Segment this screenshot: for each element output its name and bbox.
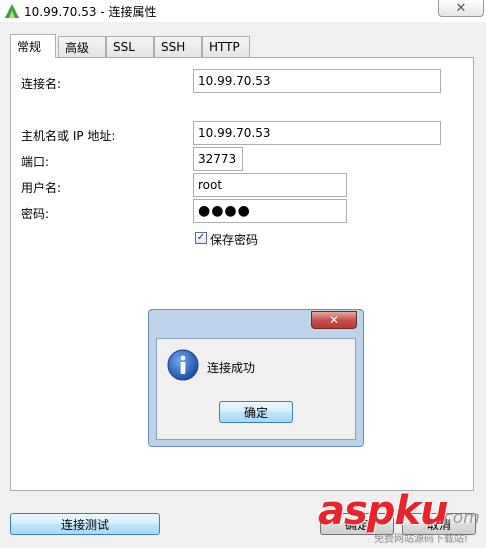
- connection-name-input[interactable]: 10.99.70.53: [193, 69, 441, 93]
- watermark-subtitle: 免费网站源码下载站!: [374, 534, 469, 545]
- tab-http[interactable]: HTTP: [202, 36, 250, 57]
- dialog-content: 连接成功 确定: [156, 338, 356, 440]
- tab-advanced[interactable]: 高级: [58, 36, 106, 57]
- password-input[interactable]: ●●●●: [193, 199, 347, 223]
- close-icon: ✕: [328, 313, 340, 327]
- save-password-label[interactable]: 保存密码: [210, 231, 258, 248]
- title-bar[interactable]: 10.99.70.53 - 连接属性 ✕: [0, 0, 486, 22]
- tab-general[interactable]: 常规: [10, 34, 56, 58]
- username-label: 用户名:: [21, 181, 62, 195]
- watermark-logo: aspku: [318, 488, 449, 534]
- dialog-message: 连接成功: [207, 361, 256, 375]
- port-label: 端口:: [21, 155, 50, 169]
- window-title: 10.99.70.53 - 连接属性: [24, 5, 157, 19]
- host-label: 主机名或 IP 地址:: [21, 129, 116, 143]
- dialog-close-button[interactable]: ✕: [311, 311, 357, 329]
- dialog-ok-button[interactable]: 确定: [219, 401, 293, 423]
- watermark-domain: .com: [438, 508, 480, 528]
- navicat-app-icon: [5, 4, 19, 18]
- save-password-checkbox[interactable]: ✓: [195, 232, 207, 244]
- port-input[interactable]: 32773: [193, 147, 243, 171]
- test-connection-button[interactable]: 连接测试: [10, 513, 160, 535]
- site-watermark: aspku .com 免费网站源码下载站!: [318, 488, 486, 548]
- window-close-button[interactable]: ✕: [438, 0, 484, 17]
- tab-ssl[interactable]: SSL: [106, 36, 154, 57]
- tab-ssh[interactable]: SSH: [154, 36, 202, 57]
- info-icon: [167, 349, 199, 381]
- connection-name-label: 连接名:: [21, 77, 62, 91]
- username-input[interactable]: root: [193, 173, 347, 197]
- connection-properties-window: 10.99.70.53 - 连接属性 ✕ 常规 高级 SSL SSH HTTP …: [0, 0, 486, 548]
- checkmark-icon: ✓: [196, 232, 206, 243]
- success-message-dialog: ✕ 连接成功 确定: [148, 309, 364, 447]
- close-icon: ✕: [455, 0, 467, 16]
- host-input[interactable]: 10.99.70.53: [193, 121, 441, 145]
- password-label: 密码:: [21, 207, 50, 221]
